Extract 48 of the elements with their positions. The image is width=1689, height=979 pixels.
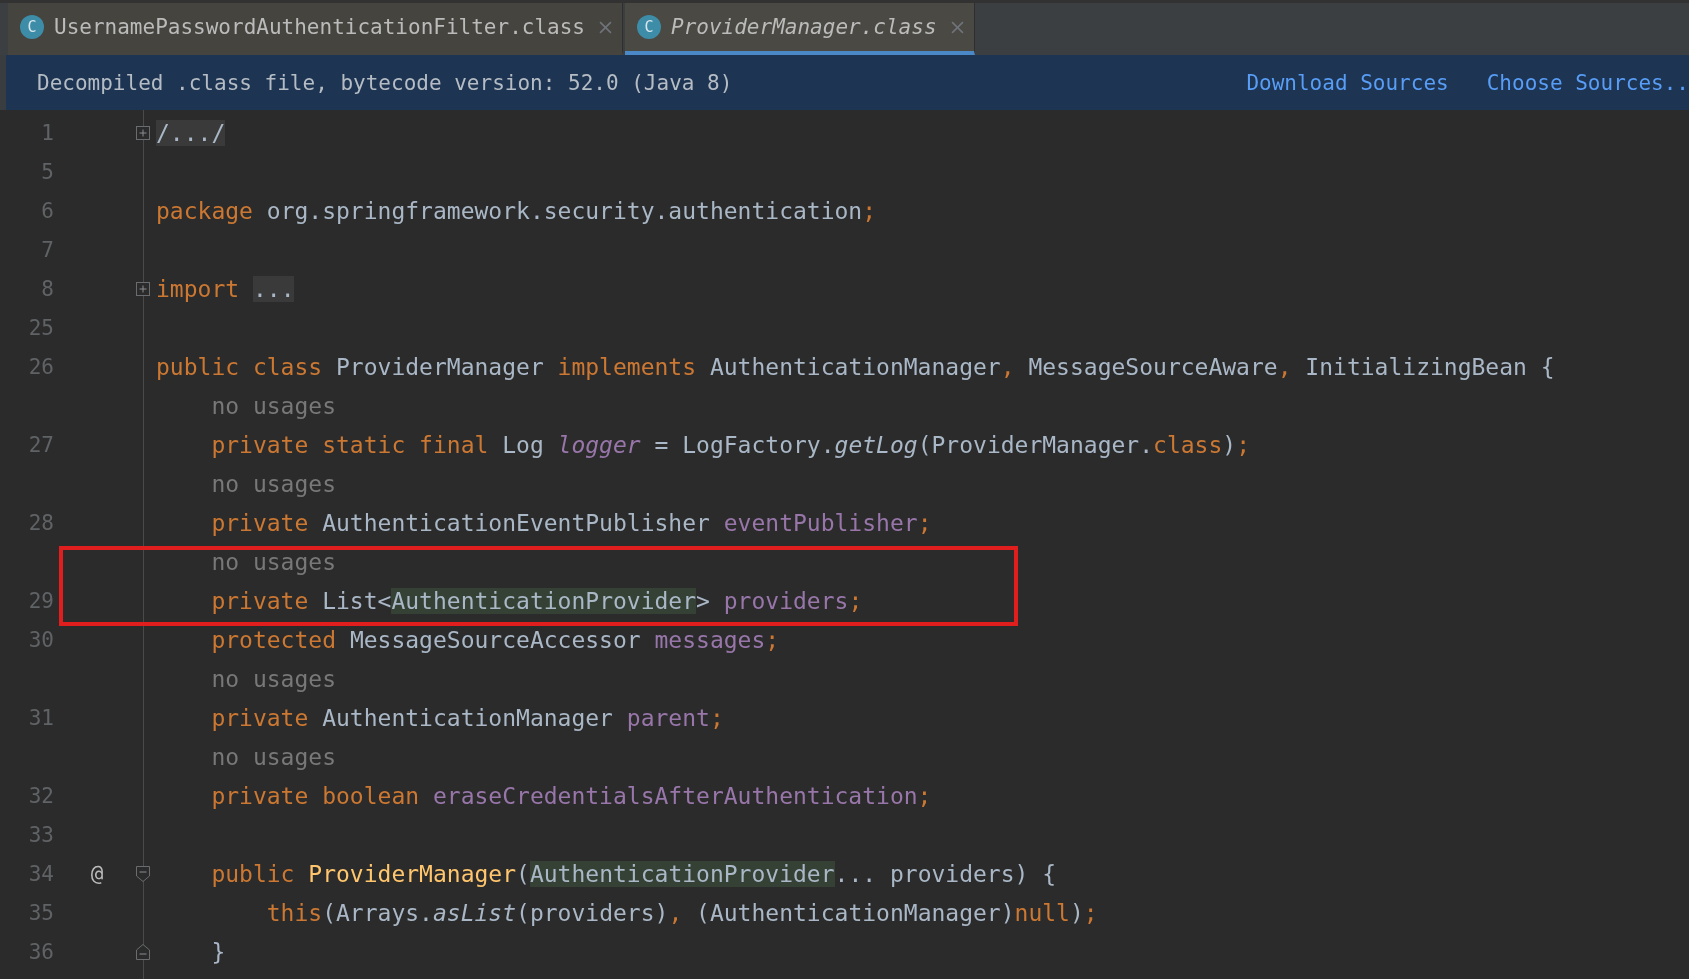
editor-tab[interactable]: C UsernamePasswordAuthenticationFilter.class	[8, 3, 623, 55]
usage-hint: no usages	[210, 392, 336, 419]
code-line: this(Arrays.asList(providers), (AuthenticationManager)null);	[265, 899, 1098, 926]
fold-icon[interactable]	[136, 865, 150, 882]
line-number: 7	[41, 237, 54, 262]
usage-hint: no usages	[210, 548, 336, 575]
close-icon[interactable]	[599, 20, 612, 34]
code-line: private List<AuthenticationProvider> providers;	[210, 587, 863, 614]
banner-link[interactable]: Choose Sources..	[1486, 70, 1689, 95]
line-number: 30	[28, 627, 54, 652]
expand-icon[interactable]	[136, 281, 150, 296]
usage-hint: no usages	[210, 665, 336, 692]
usage-hint: no usages	[210, 470, 336, 497]
code-line: private boolean eraseCredentialsAfterAuthentication;	[210, 782, 932, 809]
code-line: public ProviderManager(AuthenticationProvider... providers) {	[210, 860, 1057, 887]
class-icon: C	[637, 15, 661, 39]
line-number: 8	[41, 276, 54, 301]
code-line: private AuthenticationEventPublisher eventPublisher;	[210, 509, 932, 536]
banner-message: Decompiled .class file, bytecode version: 52.0 (Java 8)	[37, 70, 733, 95]
code-line: protected MessageSourceAccessor messages;	[210, 626, 780, 653]
override-marker[interactable]: @	[90, 861, 104, 886]
class-icon: C	[20, 15, 44, 39]
line-number: 28	[28, 510, 54, 535]
fold-icon[interactable]	[136, 943, 150, 960]
line-number: 27	[28, 432, 54, 457]
banner-link[interactable]: Download Sources	[1246, 70, 1449, 95]
line-number: 31	[28, 705, 54, 730]
code-line: }	[210, 938, 226, 965]
line-number: 32	[28, 783, 54, 808]
line-number: 36	[28, 939, 54, 964]
close-icon[interactable]	[950, 20, 964, 34]
editor-tab[interactable]: C ProviderManager.class	[625, 3, 975, 55]
line-number: 25	[28, 315, 54, 340]
line-number: 5	[41, 159, 54, 184]
code-line: public class ProviderManager implements AuthenticationManager, MessageSourceAware, InitializingBean {	[156, 353, 1555, 380]
code-line: private static final Log logger = LogFactory.getLog(ProviderManager.class);	[210, 431, 1250, 458]
line-number: 26	[28, 354, 54, 379]
code-line: package org.springframework.security.authentication;	[156, 197, 877, 224]
line-number: 35	[28, 900, 54, 925]
line-number: 29	[28, 588, 54, 613]
code-line: private AuthenticationManager parent;	[210, 704, 724, 731]
usage-hint: no usages	[210, 743, 336, 770]
line-number: 33	[28, 822, 54, 847]
code-line: import ...	[156, 275, 295, 302]
line-number: 1	[41, 120, 54, 145]
expand-icon[interactable]	[136, 125, 150, 140]
line-number: 6	[41, 198, 54, 223]
line-number: 34	[28, 861, 54, 886]
